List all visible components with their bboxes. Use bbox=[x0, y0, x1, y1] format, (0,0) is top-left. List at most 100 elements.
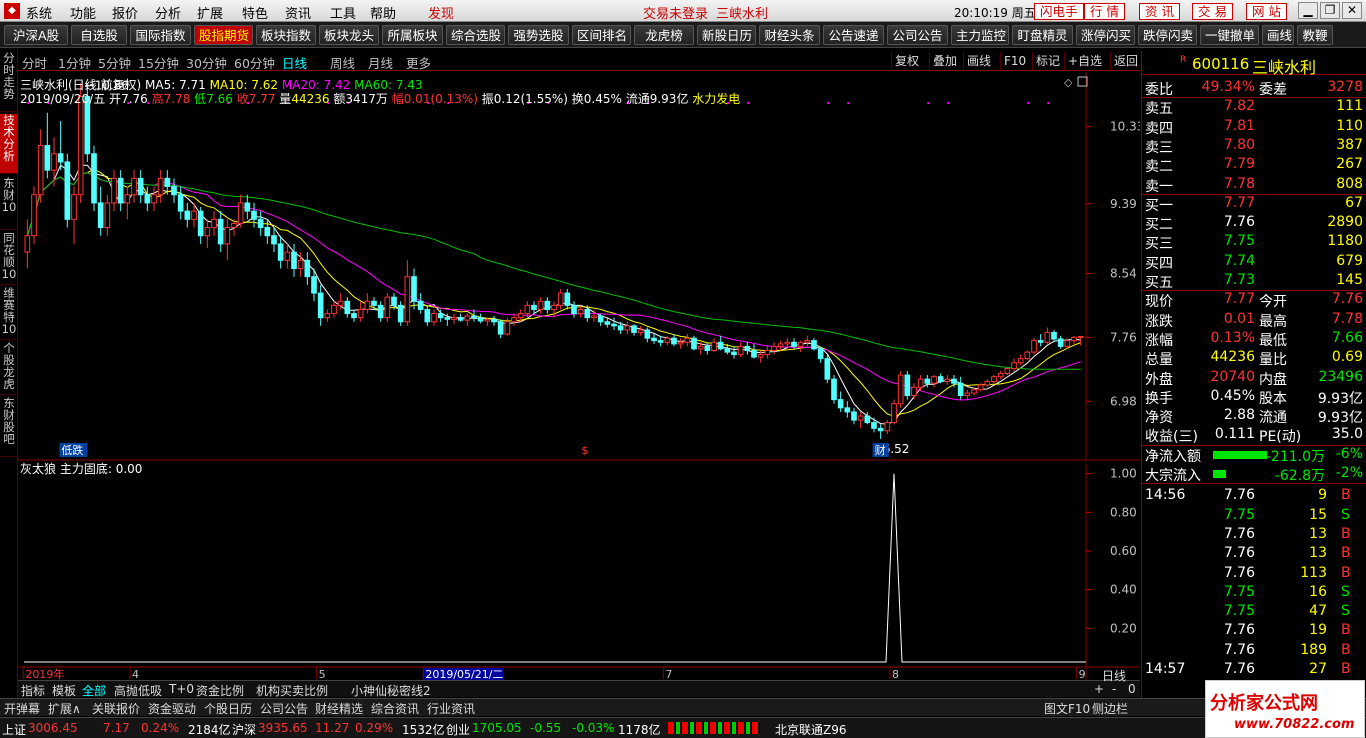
candle-body[interactable] bbox=[831, 378, 837, 401]
menu-item-4[interactable]: 扩展 bbox=[197, 3, 223, 22]
login-status[interactable]: 交易未登录 bbox=[643, 3, 708, 22]
sector-link[interactable]: 水力发电 bbox=[692, 92, 740, 106]
candle-body[interactable] bbox=[957, 382, 964, 397]
candle-body[interactable] bbox=[897, 374, 904, 405]
toolbar-button-2[interactable]: 国际指数 bbox=[130, 25, 191, 45]
period-tab-0[interactable]: 分时 bbox=[22, 53, 47, 72]
candle-body[interactable] bbox=[1044, 331, 1051, 343]
chart-tool-3[interactable]: F10 bbox=[1000, 52, 1026, 70]
menu-button-0[interactable]: 闪电手 bbox=[1034, 3, 1084, 20]
candle-body[interactable] bbox=[1037, 340, 1044, 343]
candle-body[interactable] bbox=[584, 308, 591, 319]
candle-body[interactable] bbox=[997, 372, 1004, 378]
candle-body[interactable] bbox=[184, 210, 191, 220]
candle-body[interactable] bbox=[191, 210, 197, 220]
candle-body[interactable] bbox=[871, 422, 877, 429]
candle-body[interactable] bbox=[37, 145, 44, 196]
period-tab-4[interactable]: 30分钟 bbox=[186, 53, 227, 72]
menu-discover[interactable]: 发现 bbox=[428, 3, 454, 22]
candle-body[interactable] bbox=[217, 218, 224, 245]
candle-body[interactable] bbox=[604, 321, 611, 325]
event-marker[interactable]: $ bbox=[581, 444, 588, 457]
candle-body[interactable] bbox=[404, 276, 411, 323]
candle-body[interactable] bbox=[397, 304, 404, 323]
toolbar-button-15[interactable]: 主力监控 bbox=[951, 25, 1009, 45]
candle-body[interactable] bbox=[371, 300, 377, 306]
candle-body[interactable] bbox=[504, 321, 511, 335]
candle-body[interactable] bbox=[104, 202, 111, 229]
candle-body[interactable] bbox=[531, 304, 537, 310]
candle-body[interactable] bbox=[171, 186, 177, 196]
candle-body[interactable] bbox=[537, 300, 544, 310]
candle-body[interactable] bbox=[411, 276, 417, 302]
candle-body[interactable] bbox=[771, 345, 777, 351]
candle-body[interactable] bbox=[911, 386, 917, 397]
candle-body[interactable] bbox=[231, 222, 237, 229]
candle-body[interactable] bbox=[357, 308, 364, 319]
left-tab-3[interactable]: 同花顺10 bbox=[0, 232, 18, 285]
candle-body[interactable] bbox=[631, 325, 637, 333]
candle-body[interactable] bbox=[564, 292, 571, 306]
zoom-out-button[interactable]: - bbox=[1112, 682, 1116, 696]
candle-body[interactable] bbox=[764, 349, 771, 356]
candle-body[interactable] bbox=[131, 177, 137, 196]
candle-body[interactable] bbox=[817, 348, 824, 360]
candle-body[interactable] bbox=[337, 300, 344, 306]
chart-tool-5[interactable]: +自选 bbox=[1064, 52, 1102, 70]
candle-body[interactable] bbox=[691, 337, 697, 350]
candle-body[interactable] bbox=[464, 315, 471, 321]
toolbar-button-12[interactable]: 财经头条 bbox=[759, 25, 820, 45]
candle-body[interactable] bbox=[1011, 362, 1017, 369]
candle-body[interactable] bbox=[364, 300, 371, 310]
candle-body[interactable] bbox=[97, 202, 104, 229]
candle-body[interactable] bbox=[857, 415, 864, 421]
candle-body[interactable] bbox=[324, 313, 331, 319]
candle-body[interactable] bbox=[931, 376, 937, 384]
toolbar-button-3[interactable]: 股指期货 bbox=[194, 25, 253, 45]
period-tab-7[interactable]: 周线 bbox=[330, 53, 355, 72]
menu-button-1[interactable]: 行 情 bbox=[1084, 3, 1125, 20]
candle-body[interactable] bbox=[64, 161, 71, 220]
candle-body[interactable] bbox=[837, 399, 844, 409]
candle-body[interactable] bbox=[111, 177, 117, 204]
left-tab-4[interactable]: 维赛特10 bbox=[0, 287, 18, 340]
toolbar-button-21[interactable]: 教鞭 bbox=[1297, 25, 1333, 45]
toolbar-button-19[interactable]: 一键撤单 bbox=[1200, 25, 1259, 45]
toolbar-button-10[interactable]: 龙虎榜 bbox=[634, 25, 694, 45]
candle-body[interactable] bbox=[384, 296, 391, 319]
candle-body[interactable] bbox=[611, 323, 617, 327]
candle-body[interactable] bbox=[511, 317, 517, 323]
candle-body[interactable] bbox=[304, 259, 311, 278]
candle-body[interactable] bbox=[671, 337, 677, 345]
candle-body[interactable] bbox=[971, 389, 977, 394]
candle-body[interactable] bbox=[244, 202, 251, 212]
candle-body[interactable] bbox=[237, 202, 244, 224]
zoom-in-button[interactable]: + bbox=[1094, 682, 1104, 696]
chart-tool-0[interactable]: 复权 bbox=[891, 52, 919, 70]
candle-body[interactable] bbox=[917, 378, 924, 388]
kline-chart-svg[interactable]: 10.339.398.547.766.98←10.86←6.52低跌$财1.00… bbox=[18, 72, 1140, 680]
period-tab-3[interactable]: 15分钟 bbox=[138, 53, 179, 72]
candle-body[interactable] bbox=[704, 345, 711, 351]
event-marker[interactable]: 财 bbox=[875, 443, 886, 457]
candle-body[interactable] bbox=[57, 153, 64, 163]
bottom-tab-1[interactable]: 扩展∧ bbox=[48, 700, 81, 717]
candle-body[interactable] bbox=[71, 194, 77, 220]
indicator-tab-3[interactable]: 高抛低吸 bbox=[114, 682, 162, 699]
menu-button-3[interactable]: 交 易 bbox=[1192, 3, 1233, 20]
candle-body[interactable] bbox=[211, 218, 217, 229]
candle-body[interactable] bbox=[311, 276, 317, 294]
menu-item-2[interactable]: 报价 bbox=[112, 3, 138, 22]
candle-body[interactable] bbox=[824, 358, 831, 380]
candle-body[interactable] bbox=[1017, 358, 1024, 364]
candle-body[interactable] bbox=[1024, 351, 1031, 360]
candle-body[interactable] bbox=[44, 145, 51, 171]
minimize-button[interactable]: ▁ bbox=[1298, 2, 1318, 19]
candle-body[interactable] bbox=[877, 427, 884, 432]
toolbar-button-17[interactable]: 涨停闪买 bbox=[1076, 25, 1135, 45]
candle-body[interactable] bbox=[1064, 340, 1071, 347]
candle-body[interactable] bbox=[477, 317, 484, 322]
menu-item-5[interactable]: 特色 bbox=[242, 3, 268, 22]
indicator-tab-4[interactable]: T+0 bbox=[169, 682, 194, 696]
candle-body[interactable] bbox=[377, 304, 384, 319]
